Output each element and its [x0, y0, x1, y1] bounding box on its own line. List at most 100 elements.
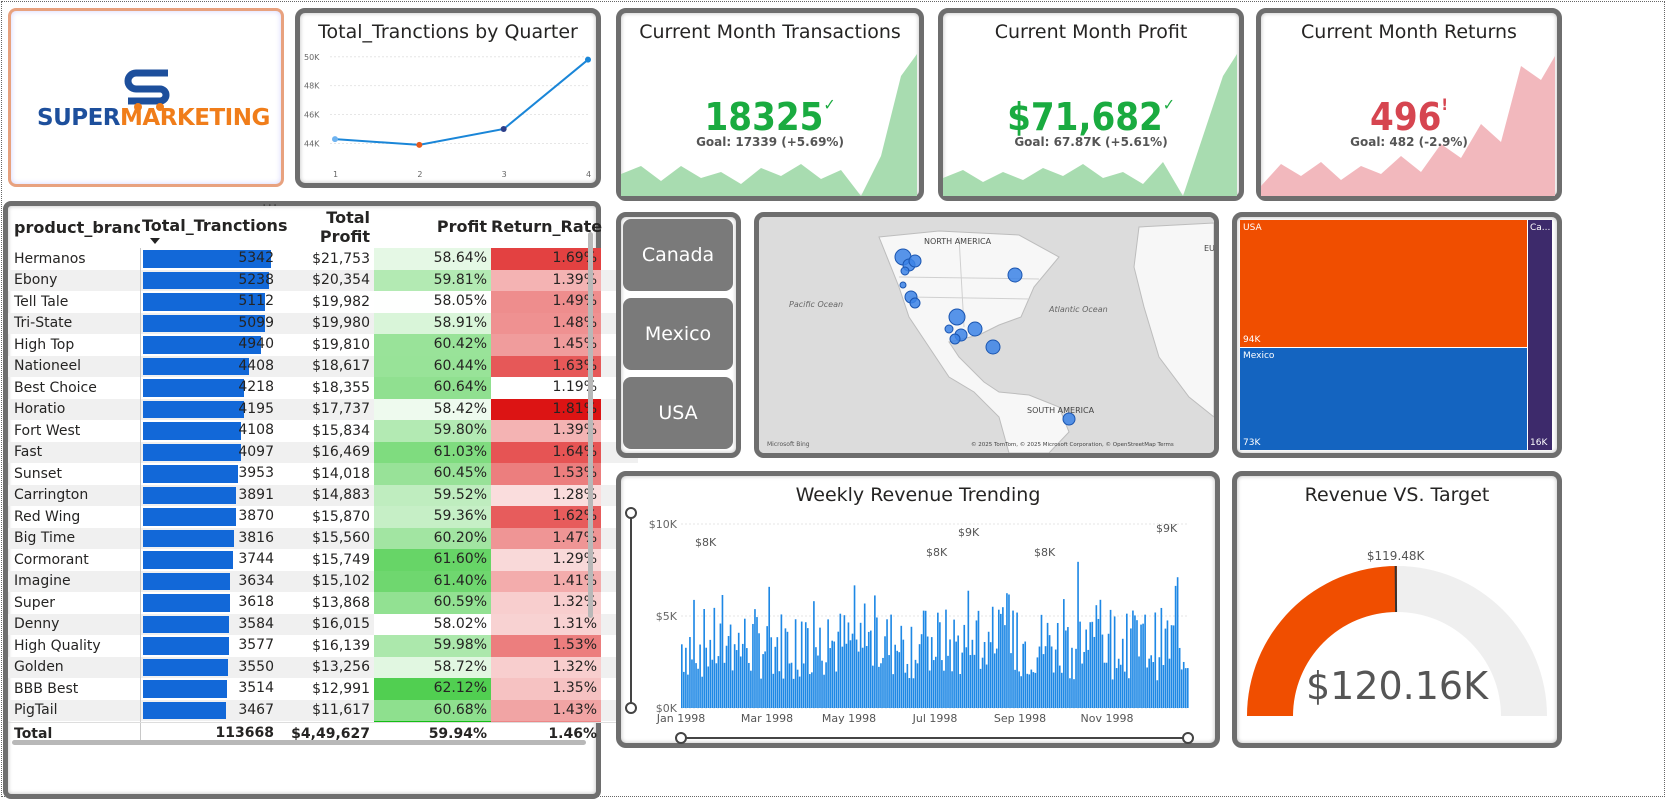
weekly-bar[interactable] [1148, 658, 1150, 708]
weekly-bar[interactable] [967, 590, 970, 708]
weekly-bar[interactable] [894, 644, 896, 708]
table-row[interactable]: Tell Tale 5112 $19,982 58.05% 1.49% [8, 291, 638, 313]
weekly-bar[interactable] [937, 612, 939, 708]
weekly-bar[interactable] [841, 646, 844, 708]
weekly-bar[interactable] [685, 647, 687, 708]
weekly-bar[interactable] [973, 654, 976, 708]
col-header[interactable]: Total Profit [276, 208, 374, 246]
weekly-bar[interactable] [780, 614, 783, 708]
weekly-bar[interactable] [1097, 618, 1100, 708]
weekly-bar[interactable] [892, 674, 894, 708]
weekly-bar[interactable] [1166, 620, 1169, 708]
weekly-bar[interactable] [739, 656, 742, 708]
weekly-bar[interactable] [1126, 613, 1128, 708]
weekly-bar[interactable] [1012, 610, 1014, 708]
weekly-bar[interactable] [701, 676, 703, 708]
weekly-bar[interactable] [796, 669, 799, 708]
weekly-bar[interactable] [800, 621, 803, 708]
weekly-bar[interactable] [916, 663, 919, 708]
quarter-point[interactable] [332, 136, 338, 143]
map-bubble[interactable] [944, 324, 954, 334]
horizontal-range-slider[interactable] [681, 737, 1188, 739]
weekly-bar[interactable] [829, 648, 831, 708]
weekly-bar[interactable] [1089, 622, 1092, 708]
weekly-bar[interactable] [1140, 624, 1142, 708]
weekly-bar[interactable] [752, 623, 754, 708]
weekly-bar[interactable] [910, 626, 913, 708]
weekly-bar[interactable] [908, 678, 911, 708]
weekly-bar[interactable] [884, 636, 886, 708]
weekly-bar[interactable] [997, 609, 1000, 708]
weekly-bar[interactable] [754, 609, 756, 708]
slicer-canada-button[interactable]: Canada [623, 219, 733, 291]
weekly-bar[interactable] [827, 619, 829, 708]
weekly-bar[interactable] [707, 666, 710, 708]
weekly-bar[interactable] [949, 639, 951, 708]
slicer-mexico-button[interactable]: Mexico [623, 298, 733, 370]
weekly-bar[interactable] [975, 620, 978, 708]
weekly-bar[interactable] [914, 659, 917, 708]
weekly-bar[interactable] [1030, 669, 1033, 708]
weekly-bar[interactable] [1065, 630, 1067, 708]
weekly-bar[interactable] [1134, 615, 1136, 708]
weekly-bar[interactable] [1014, 669, 1016, 708]
weekly-bar[interactable] [1178, 647, 1181, 708]
weekly-bar[interactable] [971, 639, 974, 708]
weekly-bar[interactable] [1020, 676, 1022, 708]
weekly-bar[interactable] [804, 622, 807, 708]
weekly-bar[interactable] [782, 678, 785, 708]
weekly-bar[interactable] [1186, 668, 1189, 708]
weekly-bar[interactable] [1162, 665, 1165, 708]
table-row[interactable]: Tri-State 5099 $19,980 58.91% 1.48% [8, 312, 638, 334]
weekly-bar[interactable] [1016, 612, 1018, 708]
weekly-bar[interactable] [802, 663, 805, 708]
weekly-bar[interactable] [737, 632, 740, 708]
weekly-bar[interactable] [849, 640, 852, 708]
weekly-bar[interactable] [1101, 634, 1104, 708]
weekly-bar[interactable] [1052, 672, 1055, 708]
weekly-bar[interactable] [748, 662, 750, 708]
weekly-bar[interactable] [977, 610, 980, 708]
table-horizontal-scrollbar[interactable] [12, 740, 586, 745]
weekly-bar[interactable] [1091, 621, 1094, 708]
weekly-bar[interactable] [693, 599, 695, 708]
weekly-bar[interactable] [947, 655, 949, 708]
weekly-bar[interactable] [1172, 625, 1175, 708]
weekly-bar[interactable] [1085, 629, 1087, 708]
weekly-bar[interactable] [772, 673, 775, 708]
weekly-bar[interactable] [683, 671, 685, 708]
table-row[interactable]: Sunset 3953 $14,018 60.45% 1.53% [8, 463, 638, 485]
table-row[interactable]: Hermanos 5342 $21,753 58.64% 1.69% [8, 248, 638, 270]
weekly-bar[interactable] [837, 631, 840, 708]
weekly-bar[interactable] [715, 663, 718, 708]
weekly-bar[interactable] [1075, 648, 1077, 708]
weekly-bar[interactable] [953, 619, 955, 708]
weekly-bar[interactable] [983, 641, 986, 708]
weekly-bar[interactable] [735, 650, 738, 708]
weekly-bar[interactable] [1115, 668, 1118, 708]
weekly-bar[interactable] [1111, 679, 1114, 708]
quarter-point[interactable] [585, 56, 591, 63]
weekly-bar[interactable] [918, 644, 921, 708]
map-bubble[interactable] [908, 254, 922, 268]
map-bubble[interactable] [949, 333, 961, 345]
weekly-bar[interactable] [699, 644, 701, 708]
weekly-bar[interactable] [890, 614, 892, 708]
weekly-bar[interactable] [851, 633, 854, 708]
weekly-bar[interactable] [951, 671, 953, 708]
weekly-bar[interactable] [1144, 614, 1146, 708]
weekly-bar[interactable] [943, 670, 945, 708]
weekly-bar[interactable] [1050, 646, 1053, 708]
weekly-bar[interactable] [756, 617, 758, 708]
weekly-bar[interactable] [922, 610, 925, 708]
weekly-bar[interactable] [705, 647, 708, 708]
weekly-bar[interactable] [691, 659, 693, 708]
weekly-bar[interactable] [1154, 612, 1157, 708]
weekly-bar[interactable] [991, 606, 994, 708]
weekly-bar[interactable] [1184, 668, 1187, 708]
weekly-bar[interactable] [1168, 658, 1171, 708]
weekly-bar[interactable] [811, 672, 813, 708]
weekly-bar[interactable] [717, 656, 720, 708]
weekly-bar[interactable] [741, 643, 744, 708]
weekly-bar[interactable] [1170, 625, 1173, 708]
